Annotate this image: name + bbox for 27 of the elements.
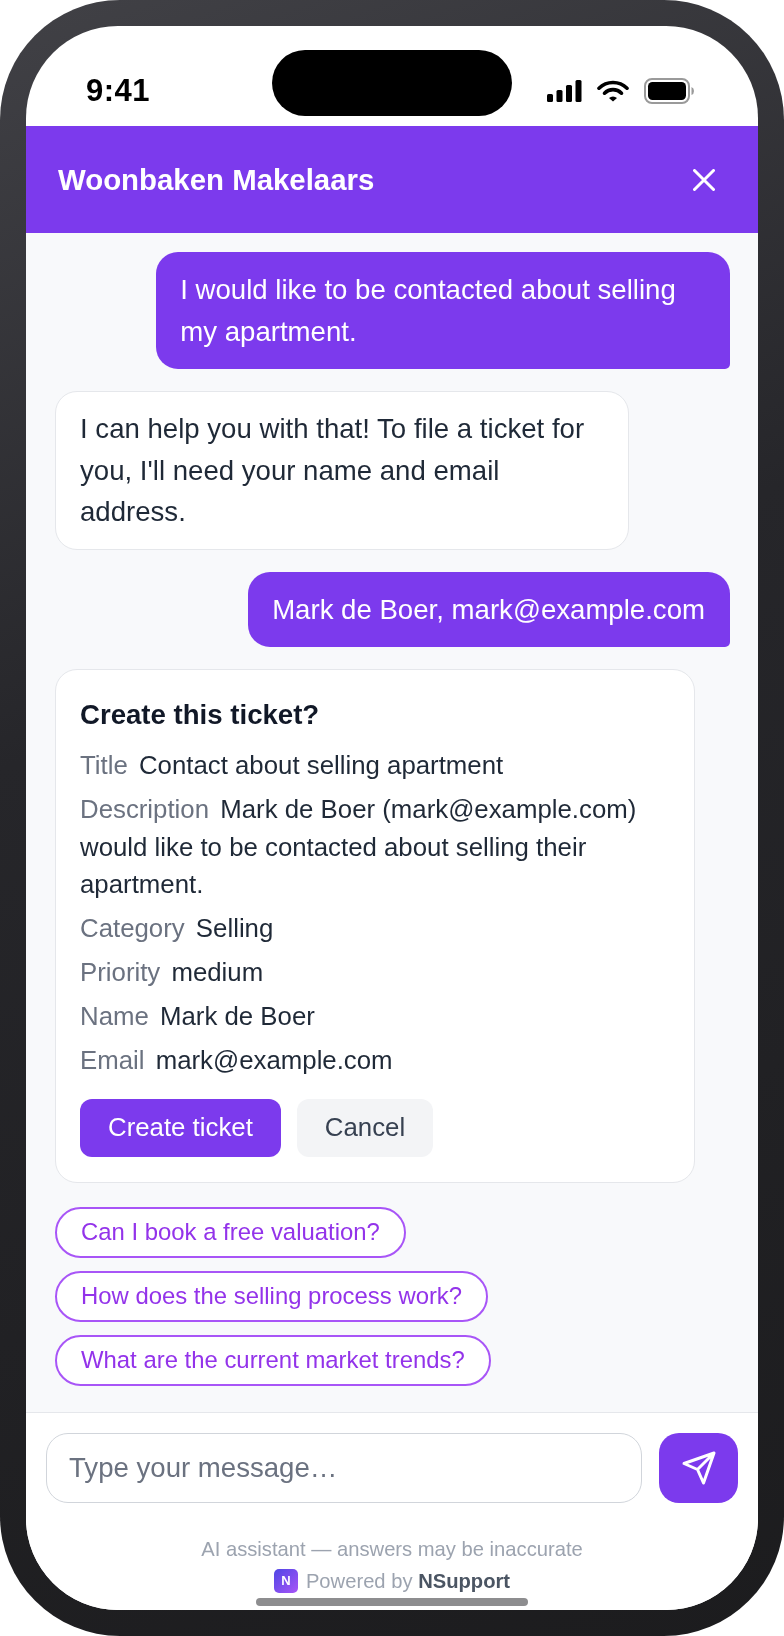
- send-icon: [680, 1450, 717, 1486]
- wifi-icon: [597, 80, 629, 102]
- ticket-field: Name Mark de Boer: [80, 998, 315, 1036]
- send-button[interactable]: [659, 1433, 738, 1503]
- close-icon: [693, 168, 715, 191]
- logo-badge: N: [273, 1569, 298, 1593]
- powered-by-text: Powered by NSupport: [305, 1569, 511, 1594]
- suggestion-chip[interactable]: Can I book a free valuation?: [55, 1206, 406, 1258]
- ticket-field: Title Contact about selling apartment: [80, 747, 504, 785]
- battery-icon: [644, 78, 694, 104]
- ticket-field: Description Mark de Boer (mark@example.com) would like to be contacted about selling their apartment.: [80, 791, 670, 904]
- ticket-title: Create this ticket?: [80, 698, 321, 732]
- disclaimer-text: AI assistant — answers may be inaccurate: [201, 1537, 583, 1562]
- ticket-field: Email mark@example.com: [80, 1042, 393, 1080]
- user-message: I would like to be contacted about selling my apartment.: [156, 252, 730, 369]
- create-ticket-button[interactable]: Create ticket: [80, 1098, 281, 1157]
- user-message: Mark de Boer, mark@example.com: [248, 571, 730, 647]
- status-time: 9:41: [86, 74, 151, 108]
- signal-icon: [547, 80, 582, 102]
- message-input[interactable]: Type your message…: [46, 1433, 642, 1503]
- ticket-field: Category Selling: [80, 910, 274, 948]
- suggestion-chip[interactable]: How does the selling process work?: [55, 1270, 489, 1322]
- suggestion-chip[interactable]: What are the current market trends?: [55, 1334, 491, 1386]
- cancel-button[interactable]: Cancel: [296, 1098, 434, 1157]
- ticket-field: Priority medium: [80, 954, 264, 992]
- chat-title: Woonbaken Makelaars: [58, 161, 375, 198]
- assistant-message: I can help you with that! To file a ticket for you, I'll need your name and email address.: [55, 391, 629, 550]
